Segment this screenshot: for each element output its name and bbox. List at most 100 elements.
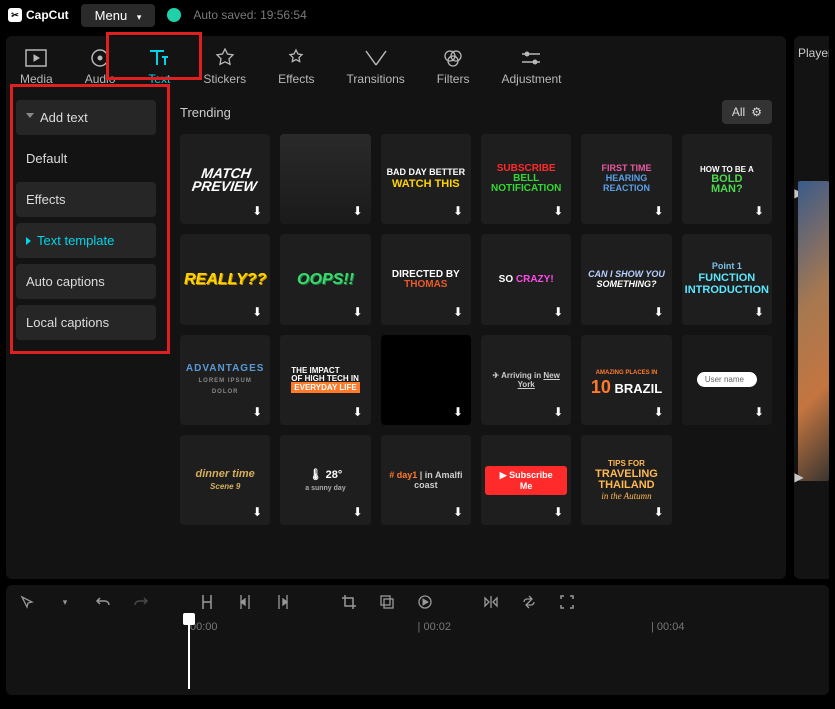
template-card[interactable]: TIPS FORTRAVELINGTHAILANDin the Autumn⬇ xyxy=(581,435,671,525)
tab-text[interactable]: Text xyxy=(145,44,173,90)
filter-icon: ⚙ xyxy=(751,105,762,119)
menu-label: Menu xyxy=(95,8,128,23)
template-card[interactable]: OOPS!!⬇ xyxy=(280,234,370,324)
template-grid-area: Trending All⚙ MATCHPREVIEW⬇ ⬇ BAD DAY BE… xyxy=(166,90,786,579)
caret-right-icon xyxy=(26,237,31,245)
template-card[interactable]: ⬇ xyxy=(280,134,370,224)
tab-transitions[interactable]: Transitions xyxy=(345,44,407,90)
download-icon[interactable]: ⬇ xyxy=(349,202,367,220)
filter-all-button[interactable]: All ⚙ xyxy=(722,100,772,124)
template-card[interactable]: Point 1FUNCTIONINTRODUCTION⬇ xyxy=(682,234,772,324)
all-label: All xyxy=(732,105,745,119)
tab-label: Transitions xyxy=(347,72,405,86)
tab-stickers[interactable]: Stickers xyxy=(201,44,248,90)
template-card[interactable]: FIRST TIMEHEARING REACTION⬇ xyxy=(581,134,671,224)
redo-button[interactable] xyxy=(132,593,150,611)
download-icon[interactable]: ⬇ xyxy=(750,202,768,220)
download-icon[interactable]: ⬇ xyxy=(549,303,567,321)
download-icon[interactable]: ⬇ xyxy=(750,303,768,321)
template-card[interactable]: DIRECTED BYTHOMAS⬇ xyxy=(381,234,471,324)
download-icon[interactable]: ⬇ xyxy=(248,403,266,421)
caret-down-icon xyxy=(26,113,34,122)
download-icon[interactable]: ⬇ xyxy=(248,303,266,321)
sidebar-item-text-template[interactable]: Text template xyxy=(16,223,156,258)
template-card[interactable]: User name⬇ xyxy=(682,335,772,425)
download-icon[interactable]: ⬇ xyxy=(248,503,266,521)
sidebar-item-effects[interactable]: Effects xyxy=(16,182,156,217)
playhead[interactable] xyxy=(188,619,190,689)
time-mark: 00:04 xyxy=(657,621,685,633)
download-icon[interactable]: ⬇ xyxy=(549,503,567,521)
menu-button[interactable]: Menu ▾ xyxy=(81,4,156,27)
select-dropdown[interactable]: ▾ xyxy=(56,593,74,611)
tab-adjustment[interactable]: Adjustment xyxy=(499,44,563,90)
timeline-panel: ▾ 00:00 | 00:02 | 00:04 xyxy=(6,585,829,695)
template-card[interactable]: CAN I SHOW YOUSOMETHING?⬇ xyxy=(581,234,671,324)
library-panel: Media Audio Text Stickers Effects Transi… xyxy=(6,36,786,579)
download-icon[interactable]: ⬇ xyxy=(449,503,467,521)
template-card[interactable]: BAD DAY BETTERWATCH THIS⬇ xyxy=(381,134,471,224)
download-icon[interactable]: ⬇ xyxy=(650,202,668,220)
download-icon[interactable]: ⬇ xyxy=(650,403,668,421)
title-bar: ✂ CapCut Menu ▾ Auto saved: 19:56:54 xyxy=(0,0,835,30)
crop-tool[interactable] xyxy=(340,593,358,611)
select-tool[interactable] xyxy=(18,593,36,611)
sidebar-label: Text template xyxy=(37,233,114,248)
download-icon[interactable]: ⬇ xyxy=(650,303,668,321)
mirror-tool[interactable] xyxy=(482,593,500,611)
sidebar-item-default[interactable]: Default xyxy=(16,141,156,176)
app-name: CapCut xyxy=(26,8,69,22)
template-card[interactable]: THE IMPACTOF HIGH TECH INEVERYDAY LIFE⬇ xyxy=(280,335,370,425)
tab-label: Effects xyxy=(278,72,314,86)
sidebar-item-add-text[interactable]: Add text xyxy=(16,100,156,135)
download-icon[interactable]: ⬇ xyxy=(750,403,768,421)
sidebar-label: Default xyxy=(26,151,67,166)
sidebar-item-auto-captions[interactable]: Auto captions xyxy=(16,264,156,299)
download-icon[interactable]: ⬇ xyxy=(349,503,367,521)
template-card[interactable]: HOW TO BE ABOLDMAN?⬇ xyxy=(682,134,772,224)
split-tool[interactable] xyxy=(198,593,216,611)
template-card[interactable]: dinner timeScene 9⬇ xyxy=(180,435,270,525)
template-card[interactable]: MATCHPREVIEW⬇ xyxy=(180,134,270,224)
template-card[interactable]: SO CRAZY!⬇ xyxy=(481,234,571,324)
download-icon[interactable]: ⬇ xyxy=(549,202,567,220)
template-card[interactable]: REALLY??⬇ xyxy=(180,234,270,324)
tab-filters[interactable]: Filters xyxy=(435,44,472,90)
sidebar-item-local-captions[interactable]: Local captions xyxy=(16,305,156,340)
tab-effects[interactable]: Effects xyxy=(276,44,316,90)
adjustment-icon xyxy=(519,48,543,68)
crop-frame-tool[interactable] xyxy=(558,593,576,611)
template-card[interactable]: ✈ Arriving in New York⬇ xyxy=(481,335,571,425)
download-icon[interactable]: ⬇ xyxy=(248,202,266,220)
sidebar-label: Auto captions xyxy=(26,274,105,289)
download-icon[interactable]: ⬇ xyxy=(349,403,367,421)
download-icon[interactable]: ⬇ xyxy=(650,503,668,521)
trim-left-tool[interactable] xyxy=(236,593,254,611)
template-card[interactable]: # day1 | in Amalfi coast⬇ xyxy=(381,435,471,525)
download-icon[interactable]: ⬇ xyxy=(449,403,467,421)
speed-tool[interactable] xyxy=(416,593,434,611)
tab-media[interactable]: Media xyxy=(18,44,55,90)
download-icon[interactable]: ⬇ xyxy=(349,303,367,321)
tab-audio[interactable]: Audio xyxy=(83,44,118,90)
trim-right-tool[interactable] xyxy=(274,593,292,611)
template-card[interactable]: AMAZING PLACES IN10 BRAZIL⬇ xyxy=(581,335,671,425)
download-icon[interactable]: ⬇ xyxy=(549,403,567,421)
download-icon[interactable]: ⬇ xyxy=(449,202,467,220)
download-icon[interactable]: ⬇ xyxy=(449,303,467,321)
template-card[interactable]: ⬇ xyxy=(381,335,471,425)
media-icon xyxy=(24,48,48,68)
text-sidebar: Add text Default Effects Text template A… xyxy=(6,90,166,579)
timeline-track[interactable]: 00:00 | 00:02 | 00:04 xyxy=(18,621,817,681)
tab-label: Audio xyxy=(85,72,116,86)
template-card[interactable]: SUBSCRIBEBELL NOTIFICATION⬇ xyxy=(481,134,571,224)
player-handle-bottom[interactable]: ▶ xyxy=(794,468,804,486)
template-card[interactable]: ▶ Subscribe Me⬇ xyxy=(481,435,571,525)
undo-button[interactable] xyxy=(94,593,112,611)
tab-label: Stickers xyxy=(203,72,246,86)
template-card[interactable]: ADVANTAGESLOREM IPSUM DOLOR⬇ xyxy=(180,335,270,425)
copy-tool[interactable] xyxy=(378,593,396,611)
rotate-tool[interactable] xyxy=(520,593,538,611)
template-card[interactable]: 🌡 28°a sunny day⬇ xyxy=(280,435,370,525)
timeline-toolbar: ▾ xyxy=(18,593,817,611)
